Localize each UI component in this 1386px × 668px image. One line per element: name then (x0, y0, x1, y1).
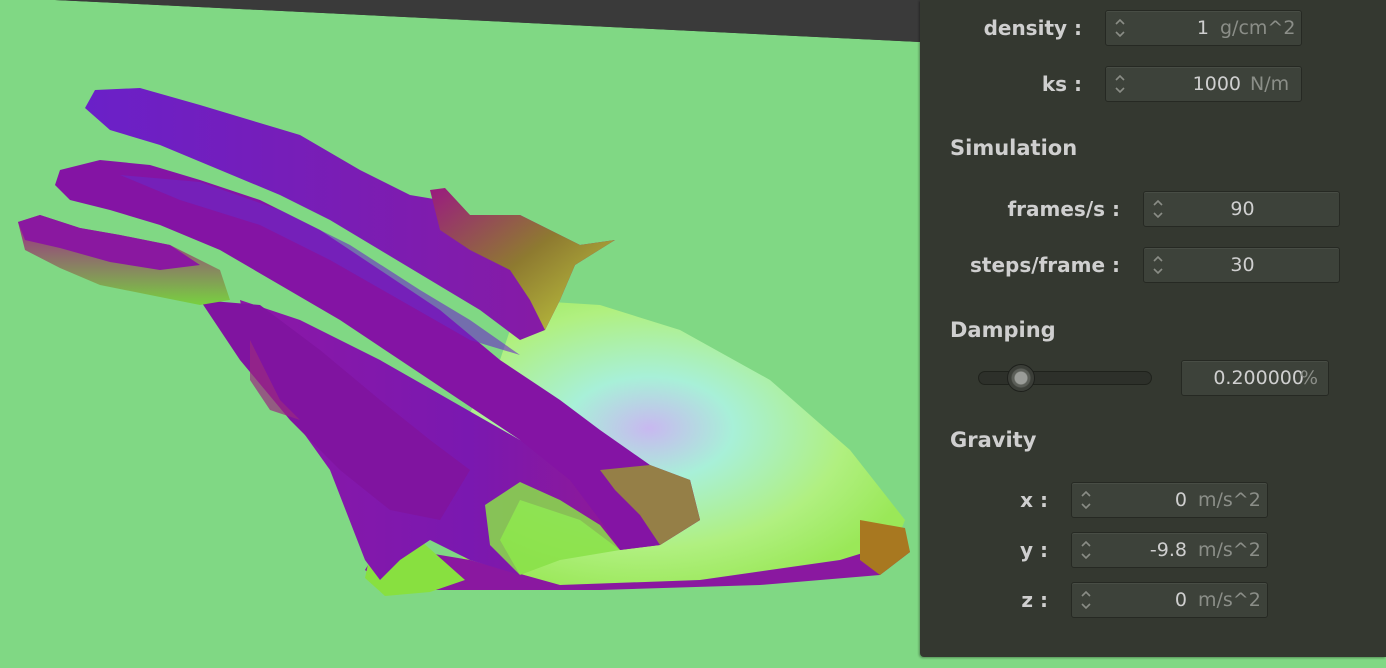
steps-label: steps/frame : (970, 253, 1120, 277)
spinner-arrows-icon[interactable] (1080, 587, 1092, 613)
density-spinbox[interactable]: 1 g/cm^2 (1105, 10, 1302, 46)
gravity-y-unit: m/s^2 (1198, 539, 1261, 561)
properties-panel: density : 1 g/cm^2 ks : 1000 N/m Simulat… (920, 0, 1386, 657)
gravity-y-spinbox[interactable]: -9.8 m/s^2 (1071, 532, 1268, 568)
damping-field[interactable]: 0.200000 % (1181, 360, 1329, 396)
ks-spinbox[interactable]: 1000 N/m (1105, 66, 1302, 102)
steps-value: 30 (1230, 254, 1255, 276)
ks-label: ks : (1041, 72, 1082, 96)
gravity-z-value: 0 (1174, 589, 1187, 611)
steps-spinbox[interactable]: 30 (1143, 247, 1340, 283)
density-value: 1 (1196, 17, 1209, 39)
ks-value: 1000 (1192, 73, 1241, 95)
spinner-arrows-icon[interactable] (1080, 537, 1092, 563)
fps-spinbox[interactable]: 90 (1143, 191, 1340, 227)
gravity-x-spinbox[interactable]: 0 m/s^2 (1071, 482, 1268, 518)
gravity-x-label: x : (1020, 488, 1048, 512)
gravity-x-value: 0 (1174, 489, 1187, 511)
damping-heading: Damping (950, 318, 1056, 342)
fps-label: frames/s : (1007, 197, 1120, 221)
spinner-arrows-icon[interactable] (1080, 487, 1092, 513)
damping-slider-handle[interactable] (1007, 364, 1036, 392)
gravity-y-value: -9.8 (1149, 539, 1187, 561)
damping-slider-track[interactable] (978, 371, 1152, 385)
damping-unit: % (1299, 367, 1318, 389)
damping-value: 0.200000 (1213, 367, 1304, 389)
gravity-heading: Gravity (950, 428, 1037, 452)
gravity-z-spinbox[interactable]: 0 m/s^2 (1071, 582, 1268, 618)
gravity-z-label: z : (1021, 588, 1048, 612)
gravity-z-unit: m/s^2 (1198, 589, 1261, 611)
spinner-arrows-icon[interactable] (1114, 15, 1126, 41)
simulation-heading: Simulation (950, 136, 1078, 160)
gravity-y-label: y : (1020, 538, 1048, 562)
density-unit: g/cm^2 (1220, 17, 1296, 39)
fps-value: 90 (1230, 198, 1255, 220)
spinner-arrows-icon[interactable] (1152, 252, 1164, 278)
gravity-x-unit: m/s^2 (1198, 489, 1261, 511)
spinner-arrows-icon[interactable] (1114, 71, 1126, 97)
spinner-arrows-icon[interactable] (1152, 196, 1164, 222)
ks-unit: N/m (1250, 73, 1290, 95)
density-label: density : (983, 16, 1082, 40)
